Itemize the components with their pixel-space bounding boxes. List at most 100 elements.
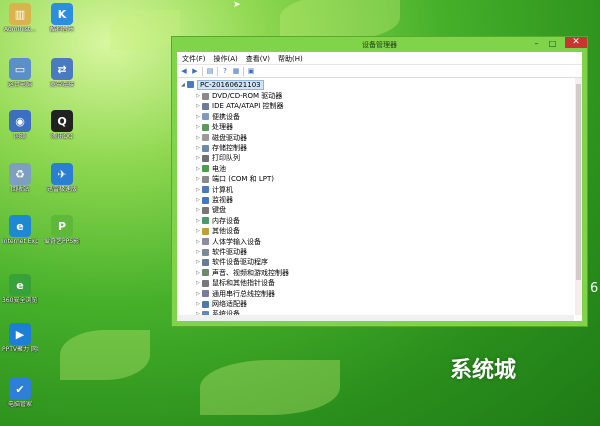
device-category-icon <box>202 269 209 277</box>
administrator-icon: ▥ <box>9 3 31 25</box>
device-category-icon <box>202 113 209 121</box>
menu-file[interactable]: 文件(F) <box>179 52 211 64</box>
tree-node[interactable]: ▷ 声音、视频和游戏控制器 <box>196 268 289 278</box>
vertical-scrollbar[interactable] <box>575 78 582 315</box>
tree-node[interactable]: ▷ 通用串行总线控制器 <box>196 289 275 299</box>
tree-node[interactable]: ▷ 便携设备 <box>196 112 240 122</box>
desktop-shortcut[interactable]: ◉ 网络 <box>2 110 38 140</box>
menu-help[interactable]: 帮助(H) <box>275 52 308 64</box>
help-icon[interactable]: ? <box>221 67 229 75</box>
desktop-shortcut[interactable]: ♻ 回收站 <box>2 163 38 193</box>
desktop-shortcut-label: Internet Explorer <box>2 238 38 245</box>
device-category-icon <box>202 227 209 235</box>
toolbar-separator <box>217 66 218 76</box>
tree-node[interactable]: ▷ 键盘 <box>196 205 226 215</box>
scrollbar-thumb[interactable] <box>576 84 581 280</box>
desktop-shortcut-label: 迅雷极速版 <box>46 186 77 193</box>
tree-node-label: 内存设备 <box>212 216 240 225</box>
desktop-shortcut[interactable]: ✔ 电脑管家 <box>2 378 38 408</box>
device-category-icon <box>202 175 209 183</box>
device-category-icon <box>202 206 209 214</box>
kuaidu-icon: K <box>51 3 73 25</box>
tree-node-label: 存储控制器 <box>212 144 247 152</box>
device-category-icon <box>202 248 209 256</box>
tree-node[interactable]: ▷ 内存设备 <box>196 216 240 226</box>
leaf-decoration <box>110 10 180 50</box>
tree-node[interactable]: ▷ 存储控制器 <box>196 143 247 153</box>
list-icon[interactable]: ▦ <box>232 67 240 75</box>
tree-node[interactable]: ▷ 软件设备驱动程序 <box>196 257 268 267</box>
desktop-shortcut[interactable]: ▭ 这台电脑 <box>2 58 38 88</box>
device-category-icon <box>202 279 209 287</box>
desktop-shortcut[interactable]: Q 腾讯QQ <box>44 110 80 140</box>
recycle-icon: ♻ <box>9 163 31 185</box>
tree-node[interactable]: ▷ 软件驱动器 <box>196 247 247 257</box>
tree-node-label: 打印队列 <box>212 154 240 163</box>
ie-icon: e <box>9 215 31 237</box>
xunlei-icon: ✈ <box>51 163 73 185</box>
device-category-icon <box>202 144 209 152</box>
desktop-shortcut-label: 爱奇艺PPS影音 <box>44 238 80 245</box>
menu-bar: 文件(F) 操作(A) 查看(V) 帮助(H) <box>177 52 582 65</box>
leaf-decoration <box>60 330 150 380</box>
tree-node[interactable]: ▷ 计算机 <box>196 185 233 195</box>
toolbar: ◀ ▶ ▤ ? ▦ ▣ <box>177 65 582 78</box>
tree-node[interactable]: ▷ 人体学输入设备 <box>196 237 261 247</box>
tree-node-label: 声音、视频和游戏控制器 <box>212 268 289 277</box>
tree-node-label: 键盘 <box>212 206 226 215</box>
tree-node-label: 人体学输入设备 <box>212 237 261 246</box>
tree-node[interactable]: ▷ 处理器 <box>196 122 233 132</box>
device-category-icon <box>202 186 209 194</box>
window-title: 设备管理器 <box>362 41 397 49</box>
desktop-shortcut[interactable]: eInternet Explorer <box>2 215 38 245</box>
tree-node-label: 软件驱动器 <box>212 248 247 256</box>
tree-node[interactable]: ▷ 打印队列 <box>196 153 240 163</box>
tree-node-label: IDE ATA/ATAPI 控制器 <box>212 102 284 111</box>
computer-icon: ▭ <box>9 58 31 80</box>
desktop-shortcut[interactable]: e360安全浏览器 <box>2 274 38 304</box>
display-icon[interactable]: ▣ <box>247 67 255 75</box>
desktop-shortcut-label: PPTV聚力 网络电视 <box>2 346 38 353</box>
minimize-button[interactable]: – <box>532 39 541 48</box>
maximize-button[interactable]: □ <box>548 39 557 48</box>
desktop-shortcut[interactable]: P爱奇艺PPS影音 <box>44 215 80 245</box>
device-category-icon <box>202 217 209 225</box>
side-text: 6 <box>590 281 599 296</box>
tree-node[interactable]: ▷ 端口 (COM 和 LPT) <box>196 174 274 184</box>
device-manager-window[interactable]: 设备管理器 – □ ✕ 文件(F) 操作(A) 查看(V) 帮助(H) ◀ ▶ … <box>171 36 588 327</box>
desktop-shortcut[interactable]: ▥ Administ... <box>2 3 38 33</box>
pptv-icon: ▶ <box>9 323 31 345</box>
tree-node[interactable]: ▷ IDE ATA/ATAPI 控制器 <box>196 101 284 111</box>
tree-node-label: 鼠标和其他指针设备 <box>212 279 275 288</box>
device-tree: ◢ PC-20160621103 ▷ DVD/CD-ROM 驱动器 ▷ IDE ATA… <box>177 78 574 315</box>
tree-node[interactable]: ▷ 网络适配器 <box>196 299 247 309</box>
horizontal-scrollbar[interactable] <box>177 315 574 321</box>
menu-view[interactable]: 查看(V) <box>243 52 275 64</box>
desktop-shortcut-label: 电脑管家 <box>7 401 32 408</box>
menu-action[interactable]: 操作(A) <box>211 52 243 64</box>
window-content: 文件(F) 操作(A) 查看(V) 帮助(H) ◀ ▶ ▤ ? ▦ ▣ ◢ PC… <box>177 52 582 321</box>
close-button[interactable]: ✕ <box>565 37 587 48</box>
tree-node[interactable]: ▷ DVD/CD-ROM 驱动器 <box>196 91 282 101</box>
title-bar[interactable]: 设备管理器 – □ ✕ <box>172 37 587 52</box>
desktop-shortcut[interactable]: ⇄ 宽带连接 <box>44 58 80 88</box>
device-category-icon <box>202 290 209 298</box>
desktop-shortcut[interactable]: K 酷狗音乐 <box>44 3 80 33</box>
desktop-shortcut[interactable]: ▶PPTV聚力 网络电视 <box>2 323 38 353</box>
tree-node[interactable]: ▷ 磁盘驱动器 <box>196 133 247 143</box>
tree-node[interactable]: ▷ 鼠标和其他指针设备 <box>196 278 275 288</box>
desktop-shortcut[interactable]: ✈ 迅雷极速版 <box>44 163 80 193</box>
leaf-decoration <box>280 0 400 40</box>
tree-root[interactable]: ◢ PC-20160621103 <box>181 79 264 90</box>
desktop-shortcut-label: 腾讯QQ <box>51 133 73 140</box>
device-category-icon <box>202 258 209 266</box>
tree-node-label: 监视器 <box>212 196 233 204</box>
tree-node[interactable]: ▷ 电池 <box>196 164 226 174</box>
tree-node-label: 通用串行总线控制器 <box>212 289 275 298</box>
tree-node[interactable]: ▷ 其他设备 <box>196 226 240 236</box>
mouse-cursor-icon: ➤ <box>233 0 241 10</box>
properties-icon[interactable]: ▤ <box>206 67 214 75</box>
tree-node[interactable]: ▷ 监视器 <box>196 195 233 205</box>
back-icon[interactable]: ◀ <box>180 67 188 75</box>
forward-icon[interactable]: ▶ <box>191 67 199 75</box>
